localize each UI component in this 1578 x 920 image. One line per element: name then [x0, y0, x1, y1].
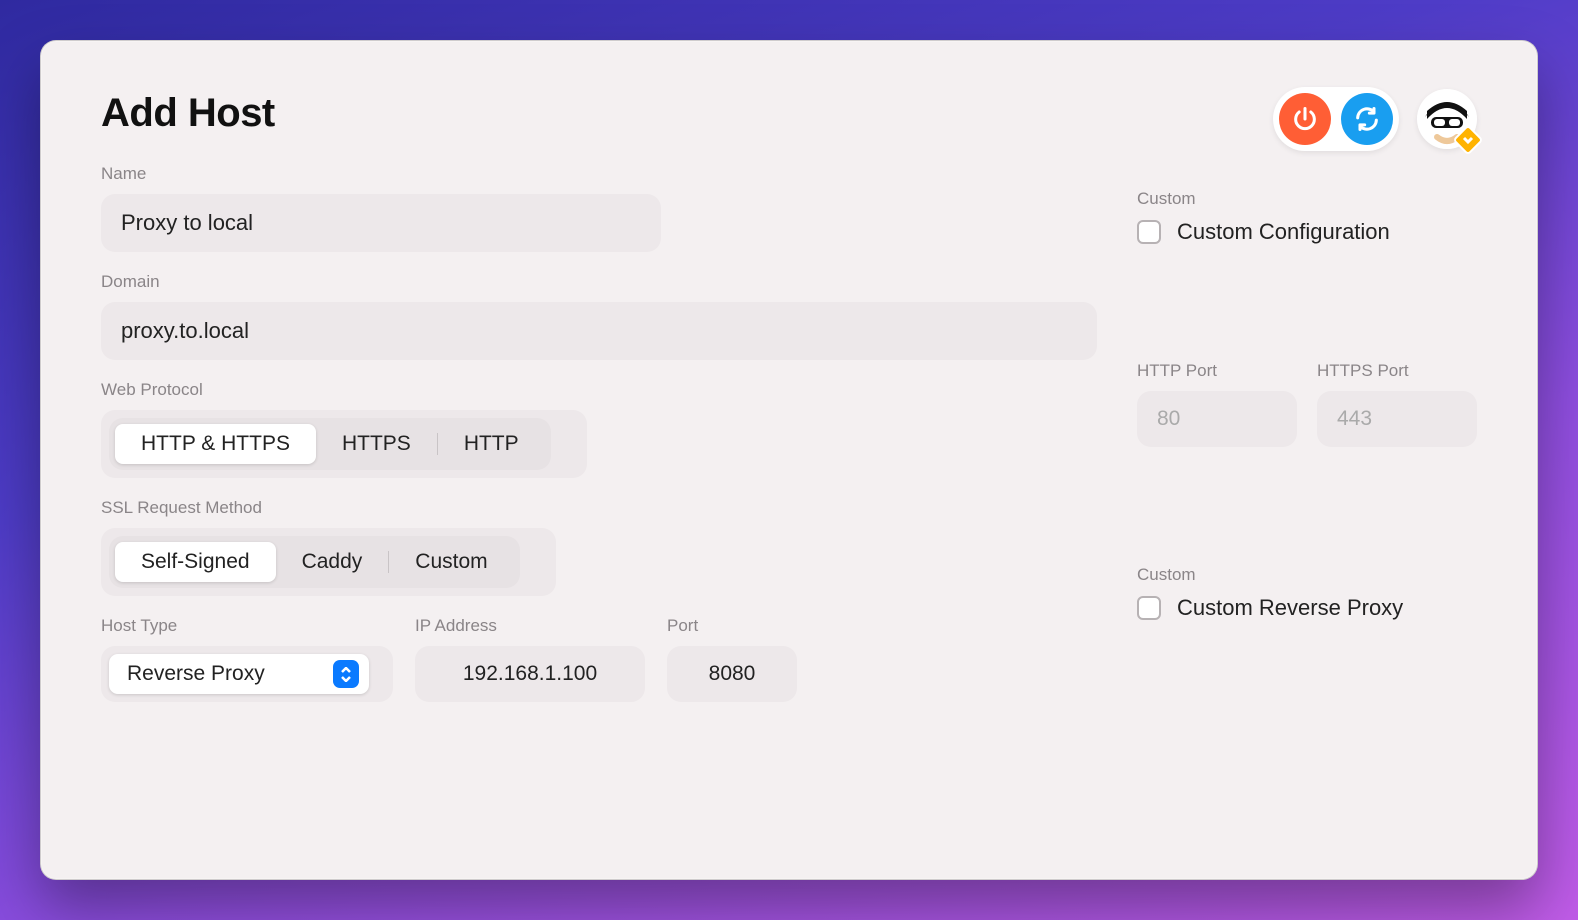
port-input[interactable] — [667, 646, 797, 702]
hosttype-label: Host Type — [101, 616, 393, 636]
select-stepper-icon — [333, 660, 359, 688]
custom-config-row: Custom Custom Configuration — [1137, 189, 1477, 245]
protocol-segmented: HTTP & HTTPS HTTPS HTTP — [109, 418, 551, 470]
action-pill — [1273, 87, 1399, 151]
custom-config-checkbox-row: Custom Configuration — [1137, 219, 1477, 245]
protocol-option-https[interactable]: HTTPS — [316, 424, 437, 464]
protocol-option-both[interactable]: HTTP & HTTPS — [115, 424, 316, 464]
refresh-icon — [1353, 105, 1381, 133]
avatar[interactable] — [1417, 89, 1477, 149]
custom-label-2: Custom — [1137, 565, 1477, 585]
custom-label-1: Custom — [1137, 189, 1477, 209]
ssl-label: SSL Request Method — [101, 498, 1097, 518]
chevron-down-icon — [1462, 134, 1474, 146]
power-icon — [1291, 105, 1319, 133]
header-actions — [1273, 87, 1477, 151]
header-actions-row — [1137, 87, 1477, 151]
protocol-option-http[interactable]: HTTP — [438, 424, 545, 464]
right-column: Custom Custom Configuration HTTP Port HT… — [1137, 91, 1477, 702]
custom-rproxy-text: Custom Reverse Proxy — [1177, 595, 1403, 621]
protocol-segmented-wrap: HTTP & HTTPS HTTPS HTTP — [101, 410, 587, 478]
custom-rproxy-checkbox-row: Custom Reverse Proxy — [1137, 595, 1477, 621]
host-row: Host Type Reverse Proxy IP Address — [101, 616, 1097, 702]
protocol-row: Web Protocol HTTP & HTTPS HTTPS HTTP — [101, 380, 1097, 478]
https-port-input[interactable] — [1317, 391, 1477, 447]
ssl-segmented: Self-Signed Caddy Custom — [109, 536, 520, 588]
ssl-option-custom[interactable]: Custom — [389, 542, 513, 582]
name-input[interactable] — [101, 194, 661, 252]
hosttype-value: Reverse Proxy — [127, 662, 265, 686]
ip-col: IP Address — [415, 616, 645, 702]
domain-input[interactable] — [101, 302, 1097, 360]
ssl-segmented-wrap: Self-Signed Caddy Custom — [101, 528, 556, 596]
ip-label: IP Address — [415, 616, 645, 636]
name-label: Name — [101, 164, 1097, 184]
custom-config-text: Custom Configuration — [1177, 219, 1390, 245]
ssl-row: SSL Request Method Self-Signed Caddy Cus… — [101, 498, 1097, 596]
port-col: Port — [667, 616, 797, 702]
hosttype-select[interactable]: Reverse Proxy — [109, 654, 369, 694]
ip-input[interactable] — [415, 646, 645, 702]
domain-label: Domain — [101, 272, 1097, 292]
https-port-col: HTTPS Port — [1317, 361, 1477, 447]
app-window: Add Host Name Domain Web Protocol HTTP &… — [40, 40, 1538, 880]
port-label: Port — [667, 616, 797, 636]
custom-rproxy-checkbox[interactable] — [1137, 596, 1161, 620]
http-port-label: HTTP Port — [1137, 361, 1297, 381]
custom-rproxy-row: Custom Custom Reverse Proxy — [1137, 565, 1477, 621]
page-title: Add Host — [101, 91, 1097, 136]
http-port-col: HTTP Port — [1137, 361, 1297, 447]
http-port-input[interactable] — [1137, 391, 1297, 447]
hosttype-col: Host Type Reverse Proxy — [101, 616, 393, 702]
hosttype-select-wrap: Reverse Proxy — [101, 646, 393, 702]
content-area: Add Host Name Domain Web Protocol HTTP &… — [41, 41, 1537, 702]
power-button[interactable] — [1279, 93, 1331, 145]
refresh-button[interactable] — [1341, 93, 1393, 145]
custom-config-checkbox[interactable] — [1137, 220, 1161, 244]
domain-row: Domain — [101, 272, 1097, 360]
protocol-label: Web Protocol — [101, 380, 1097, 400]
https-port-label: HTTPS Port — [1317, 361, 1477, 381]
left-column: Add Host Name Domain Web Protocol HTTP &… — [101, 91, 1097, 702]
name-row: Name — [101, 164, 1097, 252]
ports-row: HTTP Port HTTPS Port — [1137, 361, 1477, 447]
ssl-option-caddy[interactable]: Caddy — [276, 542, 389, 582]
ssl-option-self[interactable]: Self-Signed — [115, 542, 276, 582]
